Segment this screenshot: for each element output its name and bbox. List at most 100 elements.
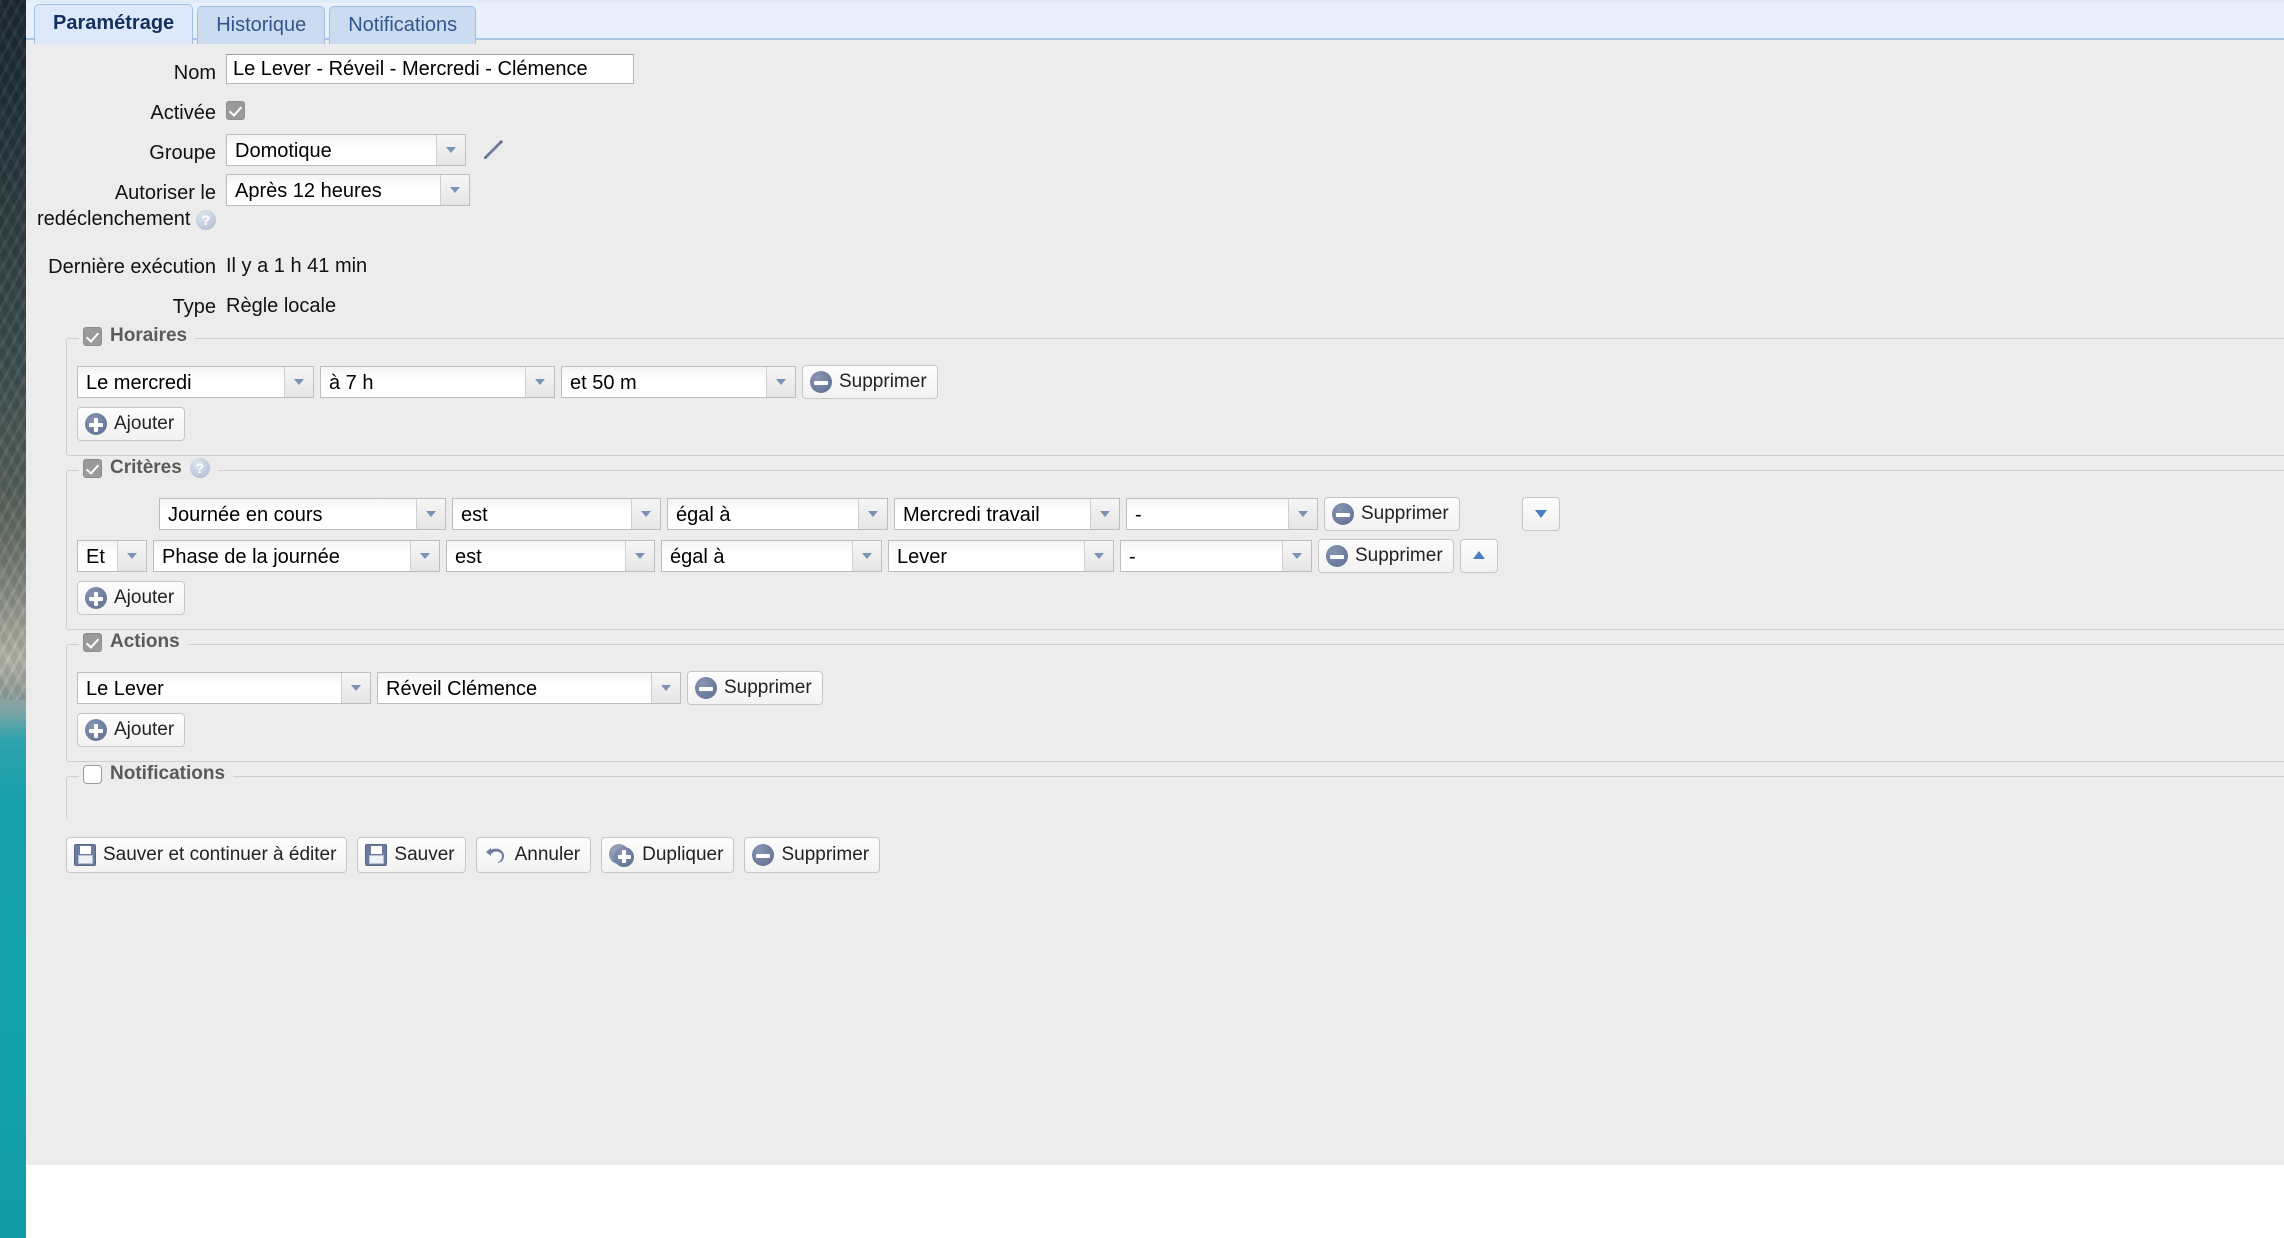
criteria-verb-value-1: est [453,499,631,529]
chevron-down-icon [852,541,881,571]
action-row: Le Lever Réveil Clémence Supprimer [67,667,2284,709]
group-select[interactable]: Domotique [226,134,466,166]
notifications-enabled-checkbox[interactable] [83,764,102,784]
schedule-minute-select[interactable]: et 50 m [561,366,796,398]
criteria-verb-select-1[interactable]: est [452,498,661,530]
criteria-conjunction-select-2[interactable]: Et [77,540,147,572]
cancel-label: Annuler [514,844,581,865]
actions-legend-label: Actions [110,631,180,652]
action-target-select[interactable]: Le Lever [77,672,371,704]
schedules-legend: Horaires [79,325,196,347]
group-select-value: Domotique [227,135,436,165]
tab-notifications[interactable]: Notifications [329,6,477,44]
schedule-delete-button[interactable]: Supprimer [802,365,938,399]
schedule-day-value: Le mercredi [78,367,284,397]
type-value: Règle locale [226,295,337,317]
criteria-operator-select-1[interactable]: égal à [667,498,888,530]
chevron-down-icon [858,499,887,529]
duplicate-button[interactable]: Dupliquer [601,837,735,873]
group-label: Groupe [149,142,216,164]
chevron-down-icon [525,367,554,397]
field-row-name: Nom [26,50,2284,90]
chevron-down-icon [1090,499,1119,529]
criteria-delete-label-1: Supprimer [1361,503,1449,524]
schedule-minute-value: et 50 m [562,367,766,397]
enabled-checkbox[interactable] [226,101,245,120]
retrigger-select[interactable]: Après 12 heures [226,174,470,206]
tab-historique[interactable]: Historique [197,6,326,44]
criteria-value-select-1[interactable]: Mercredi travail [894,498,1120,530]
actions-enabled-checkbox[interactable] [83,632,102,652]
chevron-down-icon [625,541,654,571]
criteria-value-value-2: Lever [889,541,1084,571]
name-input[interactable] [226,54,634,84]
minus-circle-icon [810,371,832,393]
notifications-legend-label: Notifications [110,763,226,784]
minus-circle-icon [1326,545,1348,567]
criteria-subject-value-2: Phase de la journée [154,541,410,571]
delete-button[interactable]: Supprimer [744,837,881,873]
schedule-row: Le mercredi à 7 h et 50 m Supprimer [67,361,2284,403]
schedules-legend-label: Horaires [110,325,188,346]
criteria-verb-select-2[interactable]: est [446,540,655,572]
action-add-button[interactable]: Ajouter [77,713,186,747]
plus-circle-icon [85,587,107,609]
action-command-select[interactable]: Réveil Clémence [377,672,681,704]
criteria-extra-select-2[interactable]: - [1120,540,1312,572]
last-run-label: Dernière exécution [48,256,216,278]
form-toolbar: Sauver et continuer à éditer Sauver Annu… [26,819,2284,873]
duplicate-label: Dupliquer [642,844,724,865]
chevron-down-icon [1084,541,1113,571]
criteria-value-select-2[interactable]: Lever [888,540,1114,572]
criteria-extra-value-2: - [1121,541,1282,571]
chevron-down-icon [651,673,680,703]
schedule-add-button[interactable]: Ajouter [77,407,186,441]
schedule-day-select[interactable]: Le mercredi [77,366,314,398]
rule-form: Nom Activée Groupe Domotique [26,40,2284,1165]
retrigger-label-line2: redéclenchement [37,208,191,230]
field-row-group: Groupe Domotique [26,130,2284,170]
criteria-fieldset: Critères ? Journée en cours est égal à M… [66,457,2284,630]
criteria-subject-select-1[interactable]: Journée en cours [159,498,446,530]
criteria-enabled-checkbox[interactable] [83,458,102,478]
criteria-move-up-button-2[interactable] [1459,539,1498,573]
cancel-button[interactable]: Annuler [475,837,592,873]
criteria-add-button[interactable]: Ajouter [77,581,186,615]
edit-group-pencil-icon[interactable] [480,137,506,163]
save-button[interactable]: Sauver [357,837,466,873]
schedule-hour-select[interactable]: à 7 h [320,366,555,398]
field-row-retrigger: Autoriser le redéclenchement ? Après 12 … [26,170,2284,236]
tab-parametrage[interactable]: Paramétrage [34,4,194,44]
schedule-delete-label: Supprimer [839,371,927,392]
criteria-delete-button-2[interactable]: Supprimer [1318,539,1454,573]
type-label: Type [172,296,216,318]
action-command-value: Réveil Clémence [378,673,651,703]
chevron-down-icon [1288,499,1317,529]
criteria-move-down-button-1[interactable] [1521,497,1560,531]
help-icon[interactable]: ? [196,209,216,230]
action-delete-button[interactable]: Supprimer [687,671,823,705]
criteria-operator-select-2[interactable]: égal à [661,540,882,572]
action-add-label: Ajouter [114,719,175,740]
field-row-enabled: Activée [26,90,2284,130]
chevron-down-icon [284,367,313,397]
save-and-continue-button[interactable]: Sauver et continuer à éditer [66,837,348,873]
criteria-delete-button-1[interactable]: Supprimer [1324,497,1460,531]
chevron-down-icon [1282,541,1311,571]
criteria-extra-value-1: - [1127,499,1288,529]
chevron-down-icon [631,499,660,529]
schedules-enabled-checkbox[interactable] [83,326,102,346]
chevron-down-icon [416,499,445,529]
chevron-down-icon [440,175,469,205]
criteria-row: Journée en cours est égal à Mercredi tra… [67,493,2284,535]
help-icon[interactable]: ? [189,458,210,478]
action-target-value: Le Lever [78,673,341,703]
retrigger-label-line1: Autoriser le [114,182,216,204]
chevron-down-icon [117,541,146,571]
save-icon [74,844,96,866]
criteria-subject-select-2[interactable]: Phase de la journée [153,540,440,572]
criteria-legend: Critères ? [79,457,218,479]
criteria-extra-select-1[interactable]: - [1126,498,1318,530]
save-and-continue-label: Sauver et continuer à éditer [103,844,337,865]
schedule-add-row: Ajouter [67,403,2284,441]
